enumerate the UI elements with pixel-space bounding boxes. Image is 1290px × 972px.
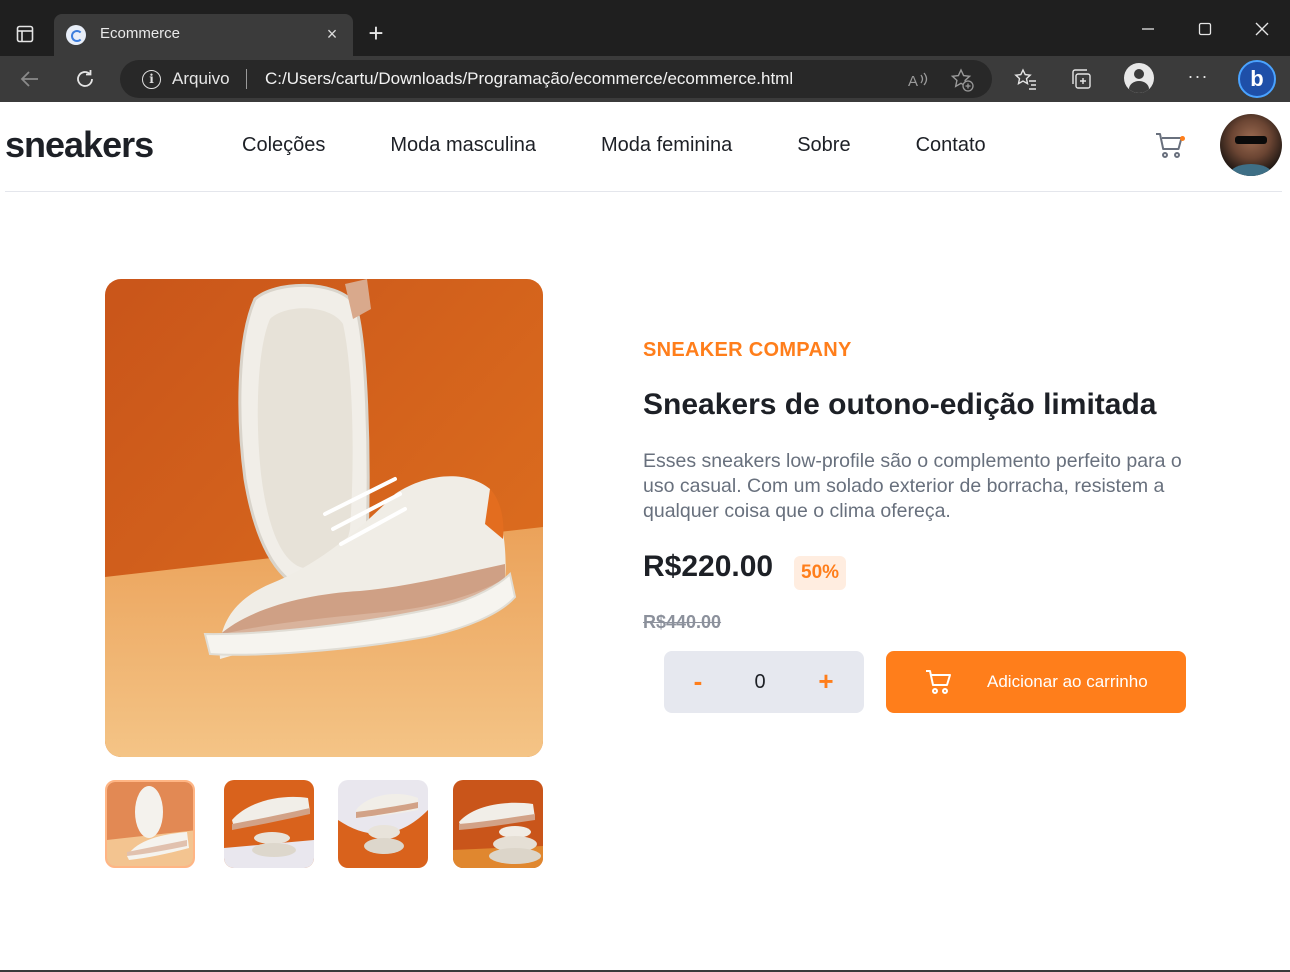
thumbnail-2[interactable]	[224, 780, 314, 868]
tab-actions-icon	[16, 25, 34, 43]
add-to-cart-button[interactable]: Adicionar ao carrinho	[886, 651, 1186, 713]
tab-actions-button[interactable]	[10, 20, 40, 48]
user-avatar[interactable]	[1220, 114, 1282, 176]
sneaker-photo	[105, 279, 543, 757]
cart-icon[interactable]	[1154, 130, 1186, 160]
increase-quantity-button[interactable]: +	[814, 665, 838, 697]
nav-link-contato[interactable]: Contato	[916, 134, 986, 157]
thumbnail-4[interactable]	[453, 780, 543, 868]
maximize-button[interactable]	[1187, 14, 1223, 44]
close-icon	[1255, 22, 1269, 36]
decrease-quantity-button[interactable]: -	[686, 665, 710, 697]
original-price: R$440.00	[643, 612, 722, 632]
browser-toolbar: i Arquivo C:/Users/cartu/Downloads/Progr…	[0, 56, 1290, 102]
collections-icon	[1072, 69, 1091, 89]
browser-tab[interactable]: Ecommerce ×	[54, 14, 353, 56]
thumbnail-1[interactable]	[105, 780, 195, 868]
read-aloud-icon: A	[908, 72, 928, 90]
favorites-list-icon	[1014, 68, 1036, 90]
header-divider	[5, 191, 1282, 192]
product-description: Esses sneakers low-profile são o complem…	[643, 450, 1182, 522]
nav-link-colecoes[interactable]: Coleções	[242, 134, 325, 157]
reload-button[interactable]	[70, 64, 100, 94]
minimize-button[interactable]	[1130, 14, 1166, 44]
current-price: R$220.00	[643, 550, 774, 583]
main-nav: Coleções Moda masculina Moda feminina So…	[242, 134, 1051, 157]
product-main-image[interactable]	[105, 279, 543, 757]
site-info-icon[interactable]: i	[142, 70, 161, 89]
favorites-button[interactable]	[1012, 65, 1040, 93]
nav-link-sobre[interactable]: Sobre	[797, 134, 850, 157]
add-favorite-button[interactable]	[950, 68, 974, 92]
star-add-icon	[950, 68, 974, 92]
avatar-shirt	[1230, 164, 1272, 176]
copilot-button[interactable]: b	[1238, 60, 1276, 98]
cart-notification-dot	[1180, 136, 1185, 141]
close-window-button[interactable]	[1244, 14, 1280, 44]
reload-icon	[77, 70, 93, 87]
tab-title: Ecommerce	[100, 25, 181, 42]
new-tab-button[interactable]: +	[362, 20, 390, 48]
add-to-cart-label: Adicionar ao carrinho	[987, 672, 1148, 691]
svg-text:A: A	[908, 73, 918, 90]
product-title: Sneakers de outono-edição limitada	[643, 388, 1157, 421]
avatar-glasses	[1235, 136, 1267, 144]
thumbnail-photo	[453, 780, 543, 868]
nav-link-moda-feminina[interactable]: Moda feminina	[601, 134, 732, 157]
quantity-value: 0	[754, 671, 766, 693]
site-info-label[interactable]: Arquivo	[172, 69, 230, 89]
browser-tab-strip: Ecommerce × +	[0, 0, 1290, 56]
quantity-stepper: - 0 +	[664, 651, 864, 713]
url-text[interactable]: C:/Users/cartu/Downloads/Programação/eco…	[265, 69, 793, 89]
company-name: SNEAKER COMPANY	[643, 339, 852, 361]
discount-badge: 50%	[794, 556, 847, 590]
thumbnail-photo	[338, 780, 428, 868]
nav-link-moda-masculina[interactable]: Moda masculina	[390, 134, 536, 157]
page-favicon-icon	[66, 25, 86, 45]
cart-icon	[926, 670, 951, 694]
thumbnail-photo	[224, 780, 314, 868]
address-bar[interactable]: i Arquivo C:/Users/cartu/Downloads/Progr…	[120, 60, 992, 98]
minimize-icon	[1142, 28, 1154, 30]
collections-button[interactable]	[1067, 65, 1095, 93]
tab-close-icon[interactable]: ×	[321, 23, 343, 45]
read-aloud-button[interactable]: A	[906, 68, 930, 92]
back-button[interactable]	[15, 64, 45, 94]
more-options-button[interactable]: ···	[1184, 65, 1212, 93]
site-logo[interactable]: sneakers	[5, 124, 154, 166]
address-separator	[246, 69, 247, 89]
thumbnail-photo	[107, 782, 193, 866]
ecommerce-page: sneakers Coleções Moda masculina Moda fe…	[0, 102, 1290, 972]
thumbnail-3[interactable]	[338, 780, 428, 868]
maximize-icon	[1198, 22, 1212, 36]
profile-button[interactable]	[1124, 63, 1154, 93]
back-arrow-icon	[20, 71, 38, 87]
